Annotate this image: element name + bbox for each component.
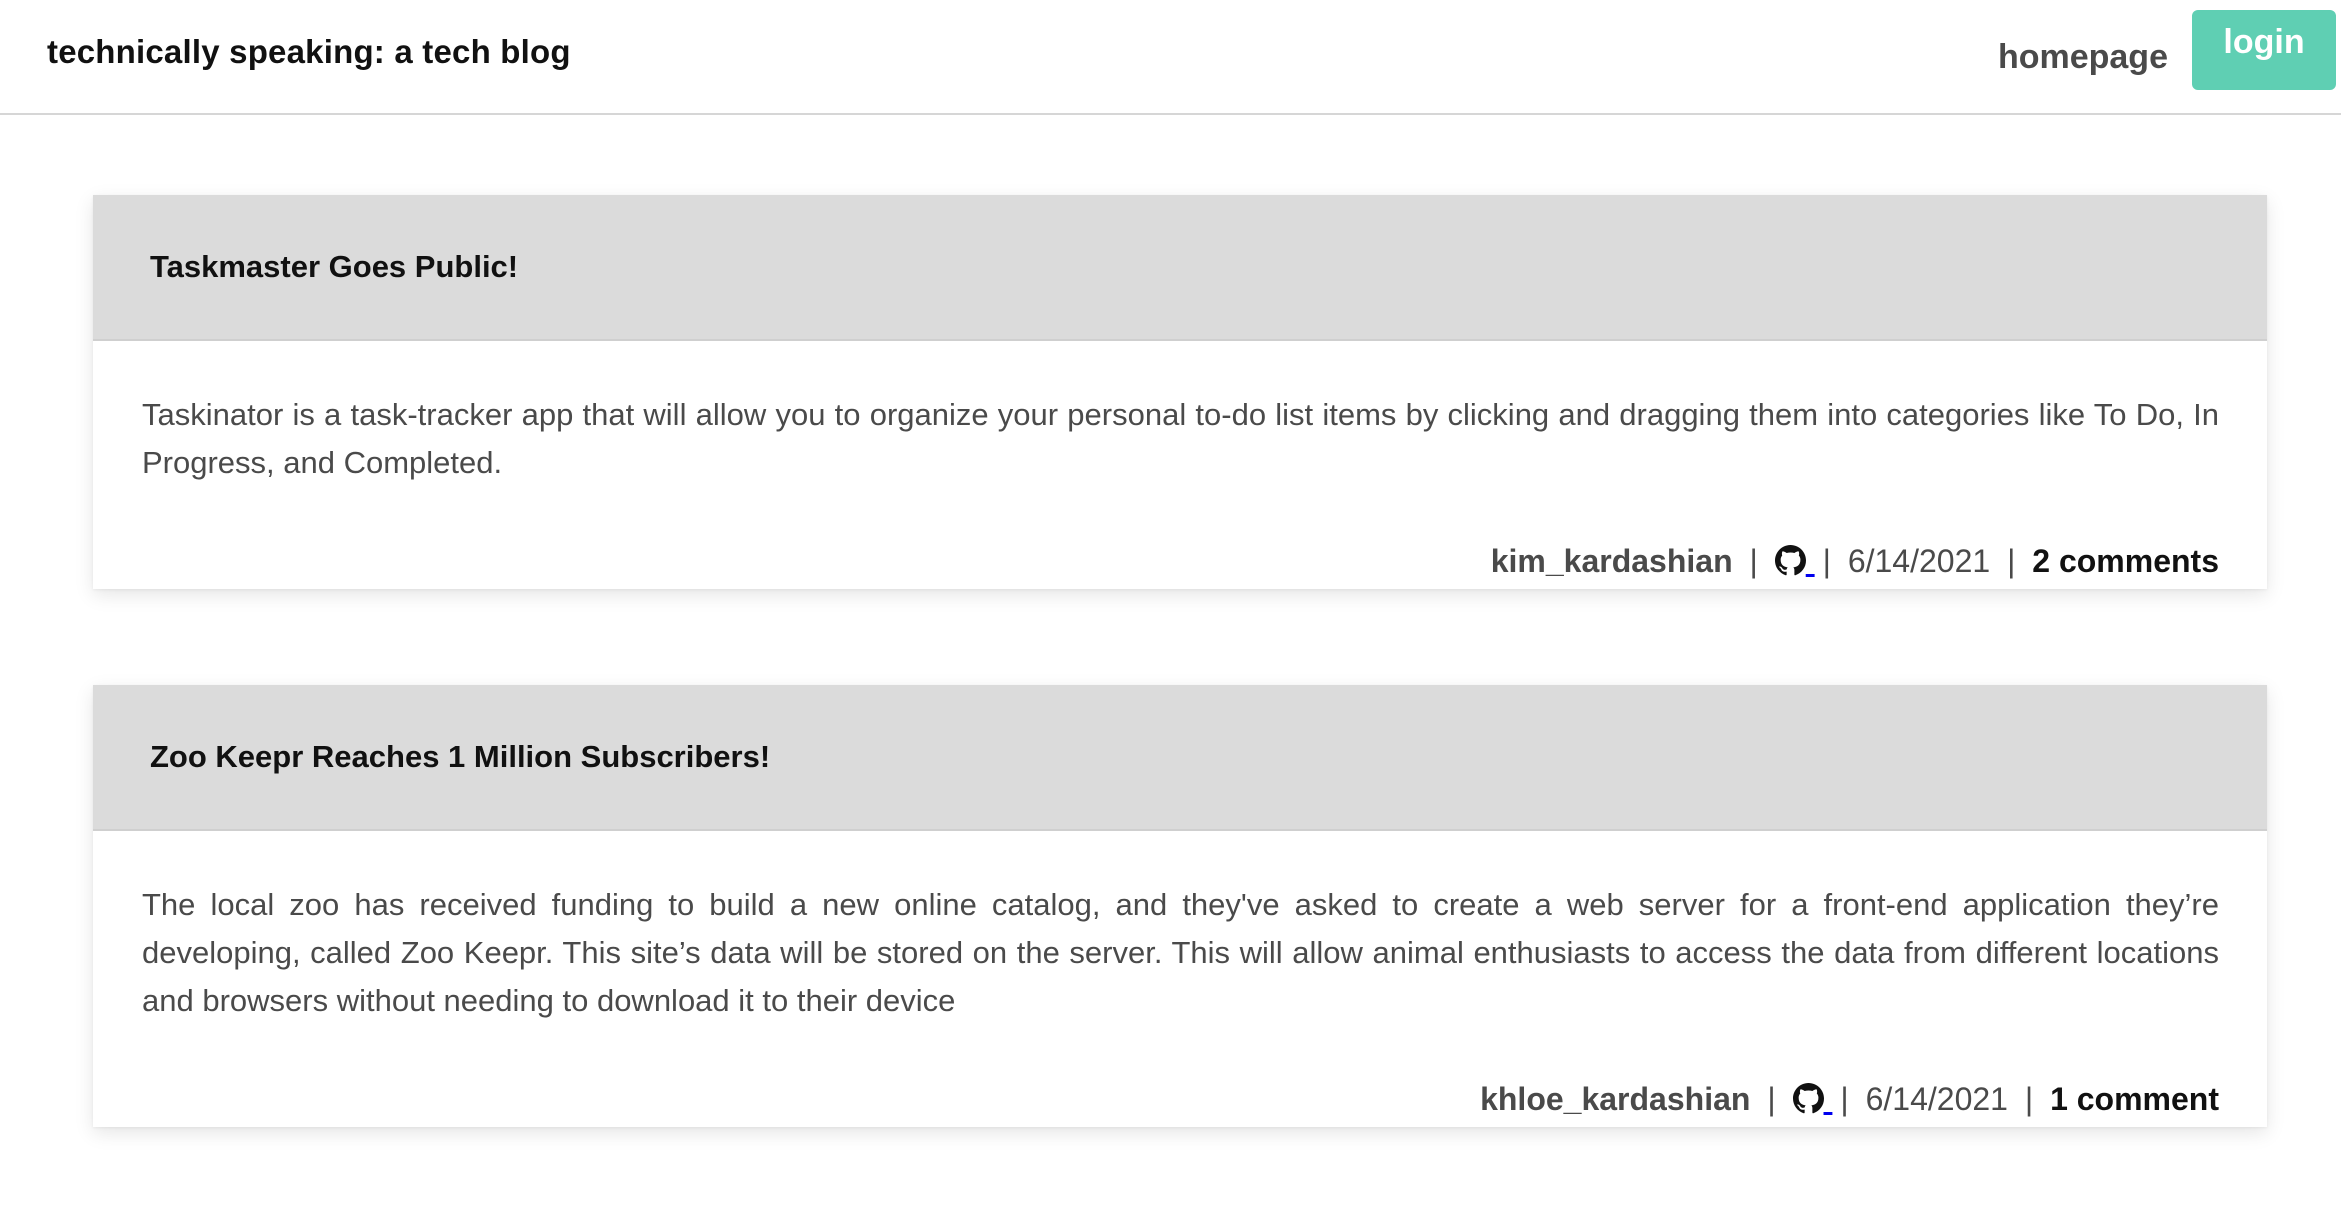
post-header[interactable]: Zoo Keepr Reaches 1 Million Subscribers! [93, 685, 2267, 831]
comments-link[interactable]: 2 comments [2032, 543, 2219, 579]
site-title: technically speaking: a tech blog [47, 33, 571, 70]
comments-link[interactable]: 1 comment [2050, 1081, 2219, 1117]
post-author[interactable]: kim_kardashian [1491, 543, 1733, 579]
github-icon[interactable] [1774, 543, 1815, 579]
meta-separator: | [2007, 543, 2016, 579]
post-meta: kim_kardashian | | 6/14/2021 | 2 comment… [93, 487, 2267, 589]
post-header[interactable]: Taskmaster Goes Public! [93, 195, 2267, 341]
post-title[interactable]: Taskmaster Goes Public! [150, 249, 518, 285]
post-date: 6/14/2021 [1865, 1081, 2008, 1117]
post-body: The local zoo has received funding to bu… [142, 887, 2219, 1018]
post-title[interactable]: Zoo Keepr Reaches 1 Million Subscribers! [150, 739, 770, 775]
post-body: Taskinator is a task-tracker app that wi… [142, 397, 2219, 480]
meta-separator: | [1840, 1081, 1849, 1117]
post-list: Taskmaster Goes Public! Taskinator is a … [93, 195, 2267, 1223]
main-nav: homepage login [1998, 10, 2336, 90]
post-meta: khloe_kardashian | | 6/14/2021 | 1 comme… [93, 1025, 2267, 1127]
homepage-link[interactable]: homepage [1998, 38, 2168, 77]
meta-separator: | [2024, 1081, 2034, 1117]
meta-separator: | [1822, 543, 1831, 579]
site-header: technically speaking: a tech blog homepa… [0, 0, 2341, 115]
login-button[interactable]: login [2192, 10, 2336, 90]
post-author[interactable]: khloe_kardashian [1480, 1081, 1750, 1117]
github-icon[interactable] [1792, 1081, 1833, 1117]
post-date: 6/14/2021 [1847, 543, 1991, 579]
post-card: Zoo Keepr Reaches 1 Million Subscribers!… [93, 685, 2267, 1127]
meta-separator: | [1767, 1081, 1776, 1117]
meta-separator: | [1749, 543, 1758, 579]
post-card: Taskmaster Goes Public! Taskinator is a … [93, 195, 2267, 589]
